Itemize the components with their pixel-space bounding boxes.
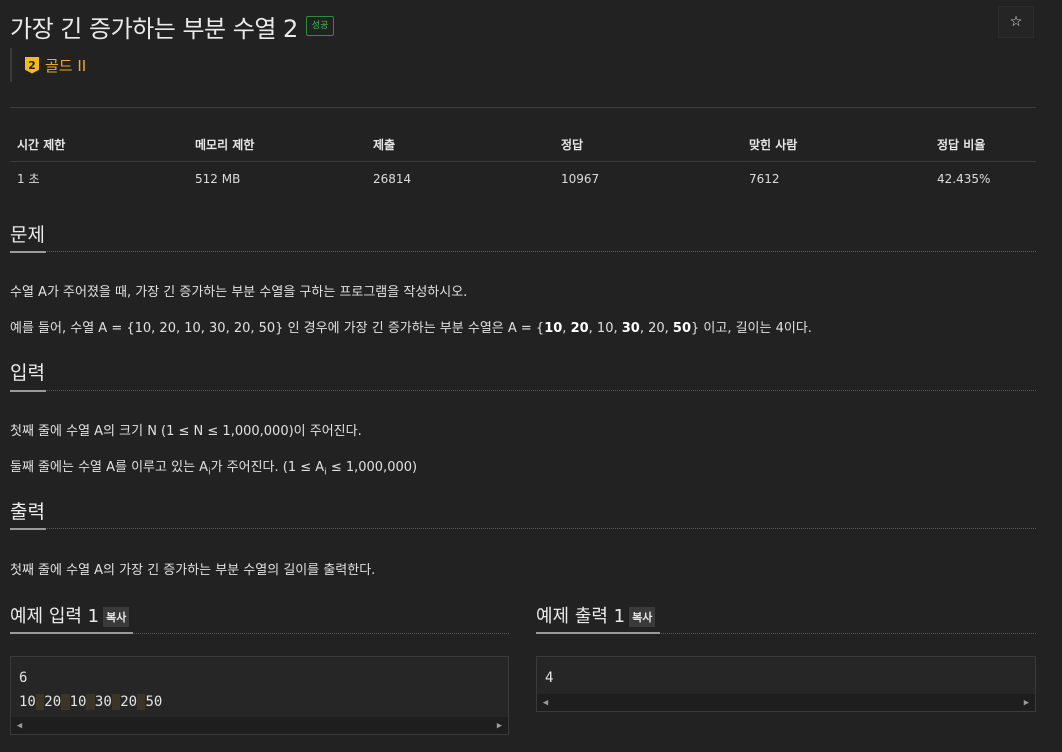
gold-tier-icon: 2 — [25, 56, 39, 74]
header-accepted: 정답 — [554, 128, 742, 162]
copy-input-button[interactable]: 복사 — [103, 607, 130, 627]
output-desc-line1: 첫째 줄에 수열 A의 가장 긴 증가하는 부분 수열의 길이를 출력한다. — [10, 563, 376, 578]
result-badge: 성공 — [305, 16, 335, 36]
input-section-line — [10, 390, 1036, 391]
sample-input-heading: 예제 입력 1 복사 — [10, 602, 130, 628]
sample-input-line1: 6 — [19, 670, 28, 686]
value-submissions[interactable]: 26814 — [366, 162, 554, 196]
title-row: 가장 긴 증가하는 부분 수열 2 성공 — [10, 8, 335, 44]
sample-output-text: 4 — [545, 670, 554, 686]
problem-info-table: 시간 제한 메모리 제한 제출 정답 맞힌 사람 정답 비율 1 초 512 M… — [10, 128, 1036, 195]
sample-output-scrollbar[interactable]: ◀ ▶ — [537, 694, 1035, 711]
output-section-underline — [10, 528, 46, 530]
input-desc-line1: 첫째 줄에 수열 A의 크기 N (1 ≤ N ≤ 1,000,000)이 주어… — [10, 424, 362, 439]
sample-token: 10 — [19, 694, 36, 710]
problem-section-underline — [10, 251, 46, 253]
info-value-row: 1 초 512 MB 26814 10967 7612 42.435% — [10, 162, 1036, 196]
header-submissions: 제출 — [366, 128, 554, 162]
input-desc-line2: 둘째 줄에는 수열 A를 이루고 있는 Ai가 주어진다. (1 ≤ Ai ≤ … — [10, 460, 418, 478]
sample-token: 50 — [145, 694, 163, 710]
scroll-right-icon[interactable]: ▶ — [491, 721, 508, 731]
scroll-left-icon[interactable]: ◀ — [537, 698, 554, 708]
value-solved-users[interactable]: 7612 — [742, 162, 930, 196]
tier-label[interactable]: 골드 II — [45, 55, 86, 76]
star-icon: ☆ — [1009, 14, 1023, 30]
problem-desc-line1: 수열 A가 주어졌을 때, 가장 긴 증가하는 부분 수열을 구하는 프로그램을… — [10, 285, 468, 300]
sample-token: 10 — [69, 694, 87, 710]
output-section-line — [10, 528, 1036, 529]
value-memory-limit: 512 MB — [195, 171, 241, 186]
input-section-heading: 입력 — [10, 362, 45, 384]
sample-output-heading: 예제 출력 1 복사 — [536, 602, 656, 628]
sample-token: 30 — [94, 694, 112, 710]
favorite-button[interactable]: ☆ — [998, 6, 1034, 38]
header-accept-ratio: 정답 비율 — [930, 128, 1036, 162]
input-section-underline — [10, 390, 46, 392]
sample-token: 20 — [44, 694, 62, 710]
value-accepted[interactable]: 10967 — [554, 162, 742, 196]
problem-section-line — [10, 251, 1036, 252]
header-solved-users: 맞힌 사람 — [742, 128, 930, 162]
output-section-heading: 출력 — [10, 501, 45, 523]
info-header-row: 시간 제한 메모리 제한 제출 정답 맞힌 사람 정답 비율 — [10, 128, 1036, 162]
value-time-limit: 1 초 — [17, 172, 40, 186]
sample-input-underline — [10, 632, 133, 634]
scroll-right-icon[interactable]: ▶ — [1018, 698, 1035, 708]
header-memory-limit: 메모리 제한 — [188, 128, 366, 162]
sample-output-box[interactable]: 4 ◀ ▶ — [536, 656, 1036, 712]
copy-output-button[interactable]: 복사 — [629, 607, 656, 627]
tier-info: 2 골드 II — [10, 48, 86, 82]
sample-input-scrollbar[interactable]: ◀ ▶ — [11, 717, 508, 734]
problem-desc-line2: 예를 들어, 수열 A = {10, 20, 10, 30, 20, 50} 인… — [10, 321, 812, 336]
sample-input-box[interactable]: 6 10 20 10 30 20 50 ◀ ▶ — [10, 656, 509, 735]
sample-output-underline — [536, 632, 660, 634]
value-accept-ratio: 42.435% — [937, 171, 991, 186]
header-time-limit: 시간 제한 — [10, 128, 188, 162]
problem-title: 가장 긴 증가하는 부분 수열 2 — [10, 14, 298, 43]
problem-section-heading: 문제 — [10, 224, 45, 246]
scroll-left-icon[interactable]: ◀ — [11, 721, 28, 731]
sample-token: 20 — [120, 694, 138, 710]
divider — [10, 107, 1036, 108]
